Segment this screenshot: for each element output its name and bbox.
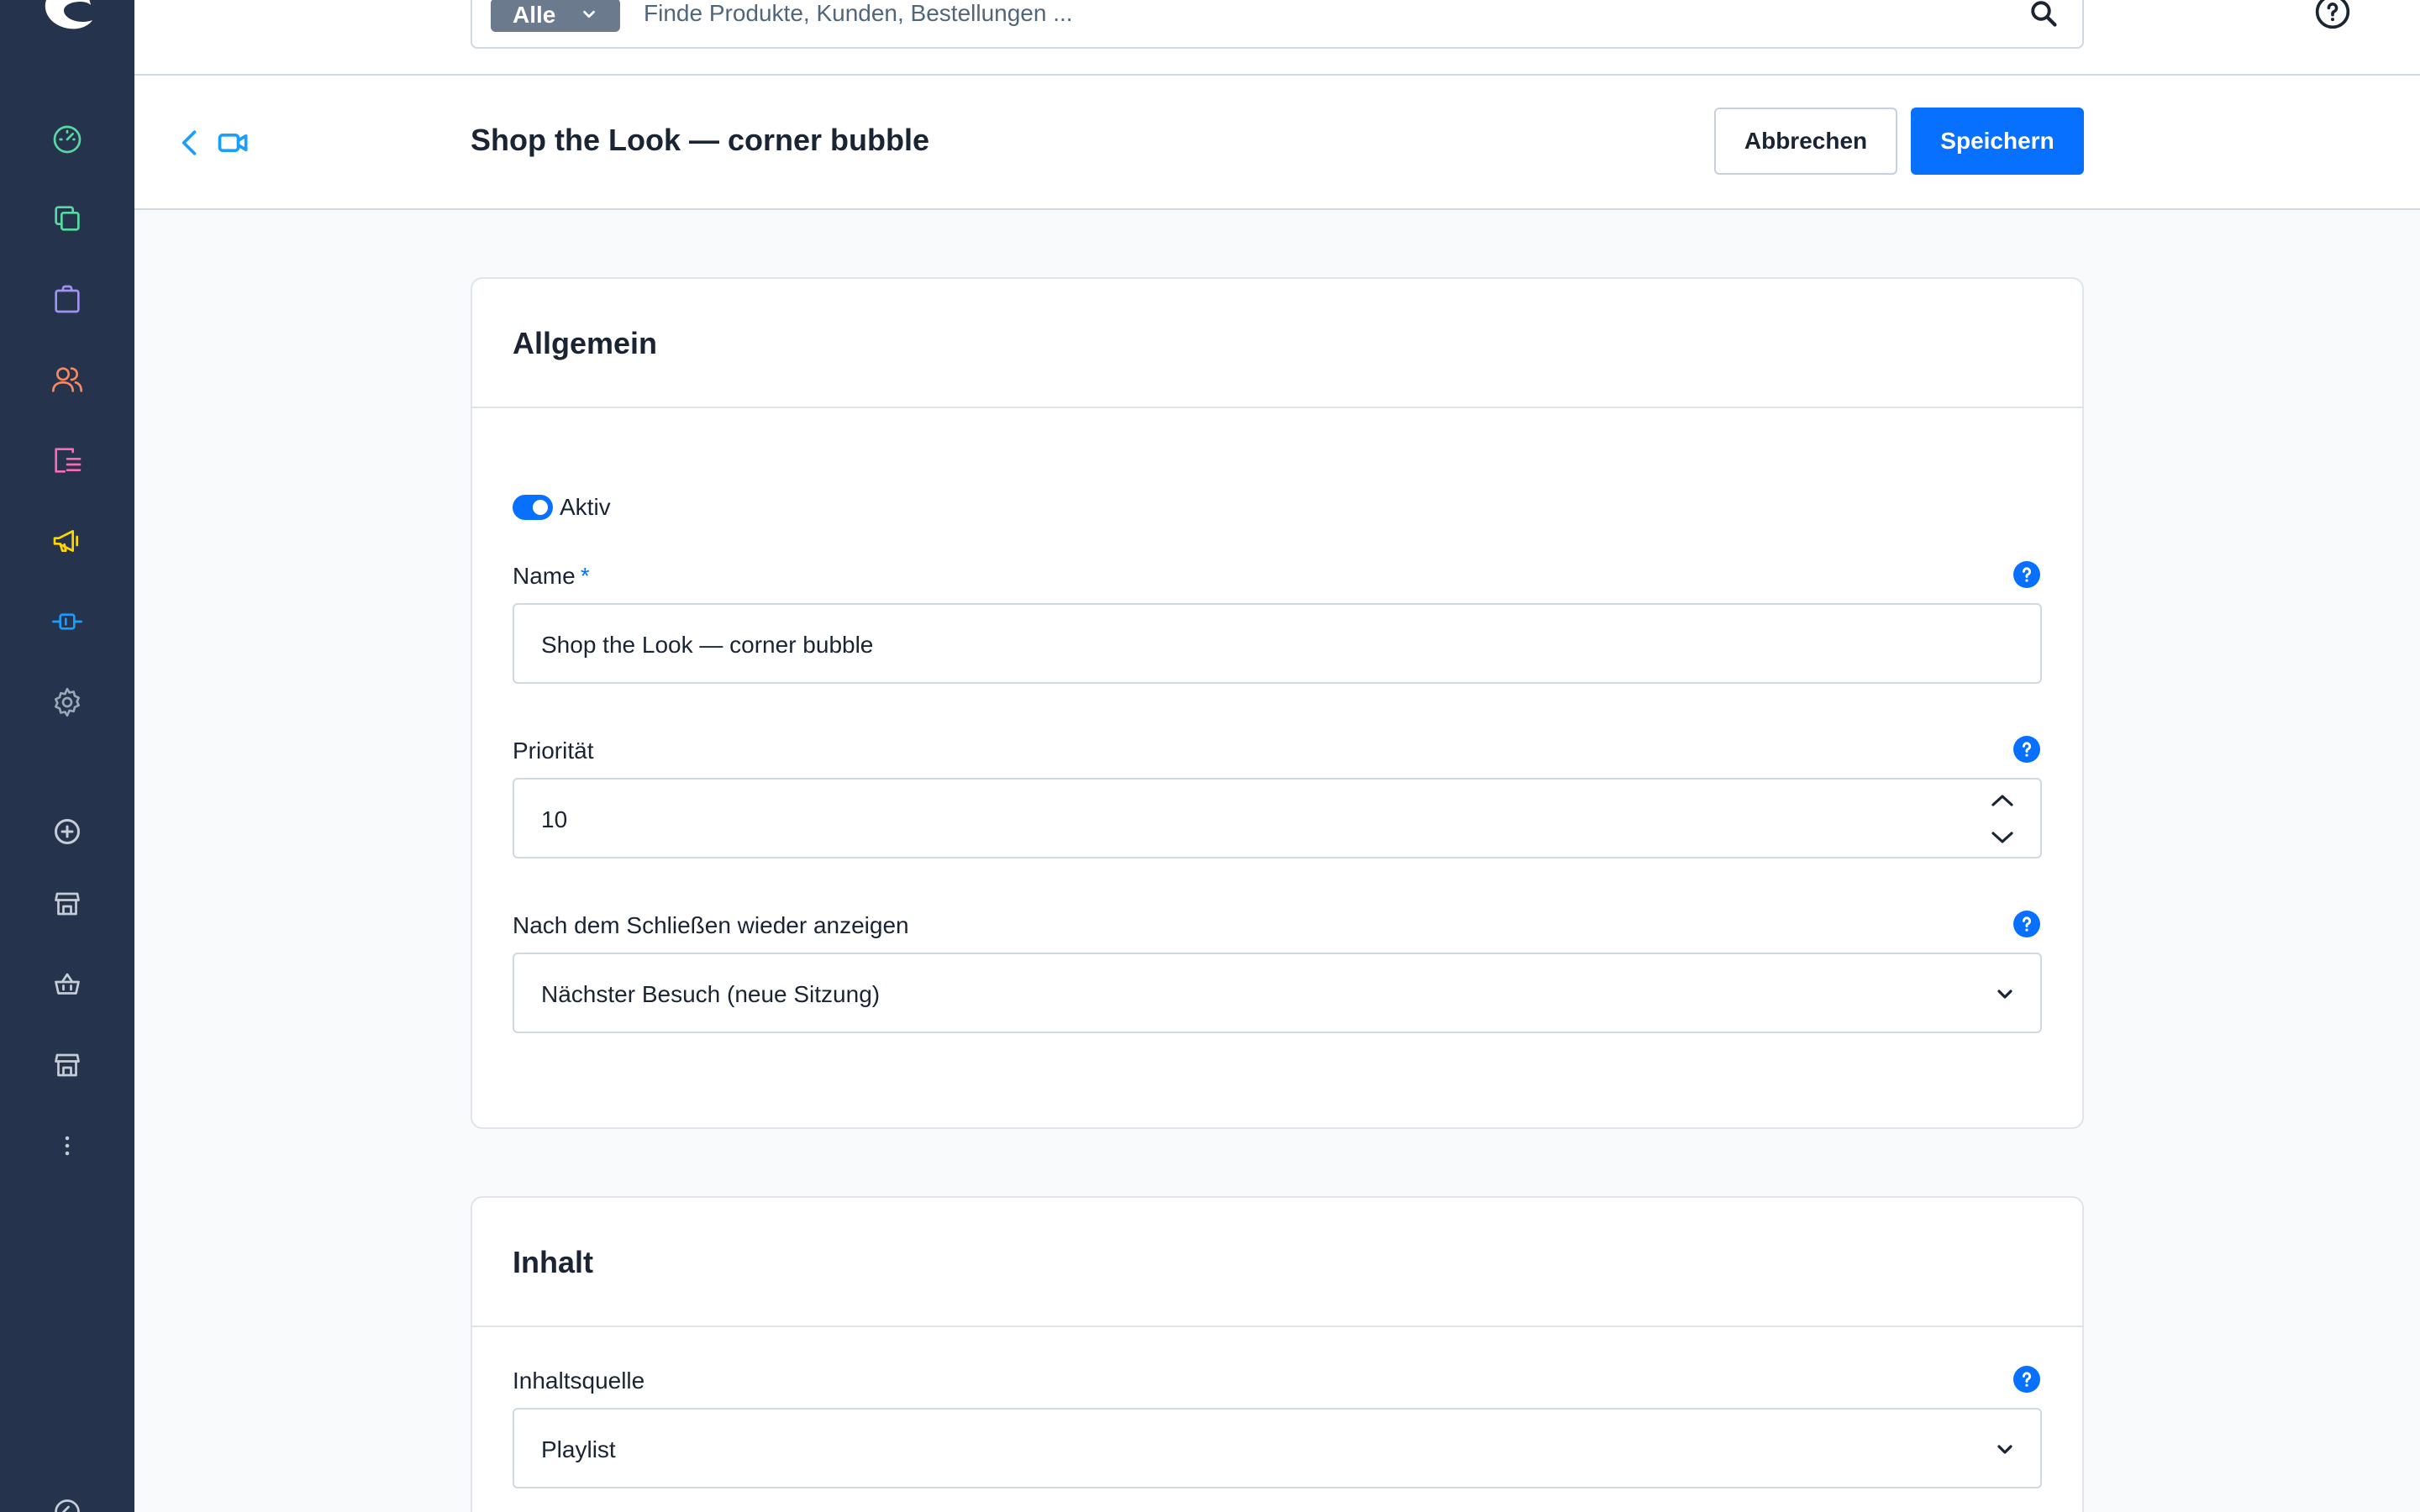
search-type-label: Alle — [513, 2, 556, 28]
help-icon[interactable] — [2013, 561, 2040, 588]
more-vertical-icon — [65, 1136, 70, 1156]
name-input[interactable]: Shop the Look — corner bubble — [513, 603, 2042, 684]
card-title: Inhalt — [513, 1245, 593, 1279]
search-type-dropdown[interactable]: Alle — [491, 0, 620, 32]
card-title: Allgemein — [513, 326, 658, 360]
name-input-value: Shop the Look — corner bubble — [541, 632, 874, 658]
help-icon[interactable] — [2314, 0, 2351, 30]
content-card: Inhalt Inhaltsquelle Playlist — [471, 1196, 2084, 1512]
gauge-icon — [53, 125, 82, 154]
video-icon[interactable] — [215, 124, 252, 161]
sidebar-item-storefront-2[interactable] — [42, 1040, 92, 1090]
content-list-icon — [55, 448, 82, 473]
smart-bar: Shop the Look — corner bubble Abbrechen … — [134, 76, 2420, 210]
reshow-label: Nach dem Schließen wieder anzeigen — [513, 912, 909, 938]
switch-knob — [533, 500, 548, 515]
sidebar-item-storefront[interactable] — [42, 879, 92, 929]
copy-icon — [55, 206, 80, 231]
chevron-down-icon — [583, 10, 595, 18]
cancel-button[interactable]: Abbrechen — [1714, 108, 1897, 175]
search-icon[interactable] — [2028, 0, 2059, 29]
app: Alle Shop the Look — corner bubble — [0, 0, 2420, 1512]
sidebar-item-settings[interactable] — [42, 677, 92, 727]
name-label-text: Name — [513, 563, 576, 589]
chevron-down-icon — [1997, 990, 2012, 999]
name-label: Name * — [513, 563, 590, 590]
shopware-logo-icon[interactable] — [37, 0, 97, 37]
priority-input-value: 10 — [541, 806, 568, 832]
sidebar-item-more[interactable] — [42, 1121, 92, 1171]
card-header: Inhalt — [472, 1198, 2082, 1327]
sidebar-item-customers[interactable] — [42, 354, 92, 405]
content-source-value: Playlist — [541, 1436, 616, 1462]
page-title: Shop the Look — corner bubble — [471, 123, 930, 157]
reshow-select[interactable]: Nächster Besuch (neue Sitzung) — [513, 953, 2042, 1033]
storefront-icon — [55, 892, 80, 916]
active-toggle-row: Aktiv — [513, 494, 611, 521]
back-arrow-icon[interactable] — [171, 124, 208, 161]
save-button[interactable]: Speichern — [1911, 108, 2084, 175]
priority-number-input[interactable]: 10 — [513, 778, 2042, 858]
collapse-icon — [55, 1499, 80, 1512]
content-source-label: Inhaltsquelle — [513, 1368, 645, 1394]
plus-circle-icon — [55, 819, 80, 844]
shopping-bag-icon — [55, 285, 80, 313]
help-icon[interactable] — [2013, 911, 2040, 937]
required-marker: * — [580, 563, 590, 589]
general-card: Allgemein Aktiv Name * Shop the Look — co… — [471, 277, 2084, 1129]
sidebar-item-marketing[interactable] — [42, 516, 92, 566]
users-icon — [52, 367, 82, 392]
search-bar-header: Alle — [134, 0, 2420, 76]
global-search: Alle — [471, 0, 2084, 49]
sidebar-item-catalogues[interactable] — [42, 193, 92, 244]
help-icon[interactable] — [2013, 1366, 2040, 1393]
sidebar-collapse-toggle[interactable] — [42, 1487, 92, 1512]
card-header: Allgemein — [472, 279, 2082, 408]
megaphone-icon — [53, 530, 78, 552]
active-label: Aktiv — [560, 494, 611, 520]
chevron-down-icon — [1997, 1445, 2012, 1454]
search-input[interactable] — [644, 0, 1988, 30]
basket-icon — [55, 973, 80, 995]
reshow-select-value: Nächster Besuch (neue Sitzung) — [541, 981, 881, 1007]
admin-sidebar — [0, 0, 134, 1512]
sidebar-item-content[interactable] — [42, 435, 92, 486]
active-switch[interactable] — [513, 495, 553, 520]
plug-icon — [52, 613, 82, 630]
priority-label: Priorität — [513, 738, 594, 764]
sidebar-item-orders[interactable] — [42, 274, 92, 324]
sidebar-item-add-sales-channel[interactable] — [42, 806, 92, 857]
help-icon[interactable] — [2013, 736, 2040, 763]
sidebar-item-headless[interactable] — [42, 959, 92, 1010]
gear-icon — [55, 687, 80, 717]
sidebar-item-extensions[interactable] — [42, 596, 92, 647]
number-stepper-icon[interactable] — [1990, 791, 2015, 847]
content-source-select[interactable]: Playlist — [513, 1408, 2042, 1488]
storefront-icon — [55, 1053, 80, 1077]
sidebar-item-dashboard[interactable] — [42, 114, 92, 165]
